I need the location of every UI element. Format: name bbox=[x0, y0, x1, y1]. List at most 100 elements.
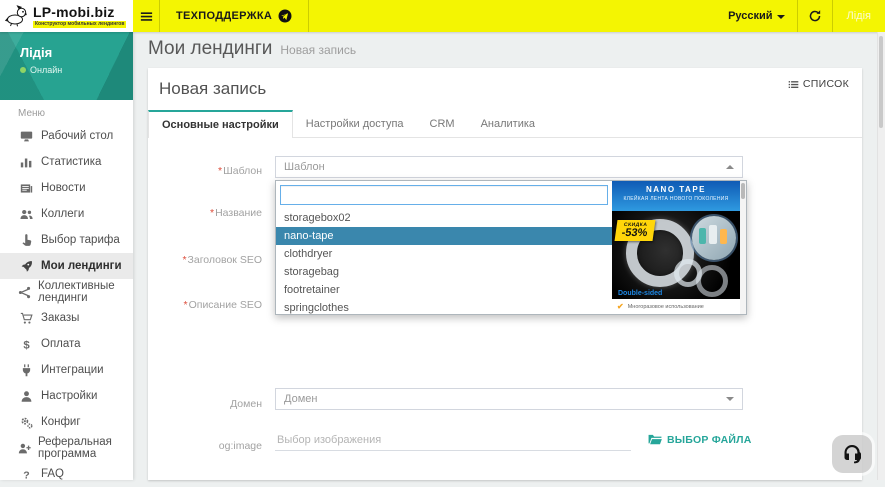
preview-title: NANO TAPE bbox=[612, 185, 740, 194]
tab-main-settings[interactable]: Основные настройки bbox=[148, 110, 293, 138]
domain-select[interactable]: Домен bbox=[275, 388, 743, 410]
logo-title: LP-mobi.biz bbox=[33, 5, 126, 19]
support-chat-button[interactable] bbox=[832, 435, 872, 473]
sidebar-item-label: Конфиг bbox=[41, 416, 81, 428]
tab-bar: Основные настройки Настройки доступа CRM… bbox=[148, 110, 862, 138]
tab-label: Основные настройки bbox=[162, 119, 279, 131]
required-mark: * bbox=[184, 299, 188, 311]
scrollbar-thumb[interactable] bbox=[879, 36, 883, 128]
dropdown-option[interactable]: footretainer bbox=[276, 281, 612, 299]
sidebar-item-tariff[interactable]: Выбор тарифа bbox=[0, 227, 133, 253]
list-button-label: СПИСОК bbox=[803, 78, 849, 90]
choose-file-button[interactable]: ВЫБОР ФАЙЛА bbox=[648, 434, 751, 446]
sidebar-item-settings[interactable]: Настройки bbox=[0, 383, 133, 409]
tab-crm[interactable]: CRM bbox=[417, 110, 468, 137]
sidebar-item-desktop[interactable]: Рабочий стол bbox=[0, 123, 133, 149]
dropdown-search-input[interactable] bbox=[280, 185, 608, 205]
sidebar-item-collective-landings[interactable]: Коллективные лендинги bbox=[0, 279, 133, 305]
logo[interactable]: LP-mobi.biz Конструктор мобильных лендин… bbox=[0, 0, 133, 32]
sidebar-item-label: Выбор тарифа bbox=[41, 234, 120, 246]
telegram-icon bbox=[278, 9, 292, 23]
language-label: Русский bbox=[728, 10, 772, 22]
required-mark: * bbox=[210, 207, 214, 219]
news-icon bbox=[18, 182, 34, 195]
refresh-button[interactable] bbox=[798, 0, 832, 32]
sidebar-toggle-button[interactable] bbox=[133, 0, 159, 32]
support-button[interactable]: ТЕХПОДДЕРЖКА bbox=[160, 0, 308, 32]
language-selector[interactable]: Русский bbox=[716, 0, 796, 32]
tab-access-settings[interactable]: Настройки доступа bbox=[293, 110, 417, 137]
refresh-icon bbox=[808, 9, 822, 23]
usage-photo-inset bbox=[692, 216, 736, 260]
hamburger-icon bbox=[139, 9, 154, 24]
dropdown-option-selected[interactable]: nano-tape bbox=[276, 227, 612, 245]
dropdown-list-panel: storagebox02 nano-tape clothdryer storag… bbox=[276, 181, 612, 314]
seo-description-label: *Описание SEO bbox=[148, 299, 262, 311]
dollar-icon: $ bbox=[18, 338, 34, 351]
label-text: og:image bbox=[219, 440, 262, 452]
sidebar-item-integrations[interactable]: Интеграции bbox=[0, 357, 133, 383]
dropdown-option[interactable]: springclothes bbox=[276, 299, 612, 314]
og-image-input[interactable] bbox=[275, 430, 631, 451]
label-text: Заголовок SEO bbox=[188, 254, 262, 266]
sidebar-user-name: Лідія bbox=[20, 45, 133, 60]
sidebar-item-colleagues[interactable]: Коллеги bbox=[0, 201, 133, 227]
sidebar-item-my-landings[interactable]: Мои лендинги bbox=[0, 253, 133, 279]
dropdown-option[interactable]: storagebag bbox=[276, 263, 612, 281]
label-text: Домен bbox=[230, 398, 262, 410]
svg-text:$: $ bbox=[23, 339, 30, 350]
sidebar-item-label: Мои лендинги bbox=[41, 260, 122, 272]
support-label: ТЕХПОДДЕРЖКА bbox=[176, 10, 272, 22]
sidebar-item-config[interactable]: Конфиг bbox=[0, 409, 133, 435]
topbar: LP-mobi.biz Конструктор мобильных лендин… bbox=[0, 0, 885, 32]
template-label: *Шаблон bbox=[148, 165, 262, 177]
tab-analytics[interactable]: Аналитика bbox=[468, 110, 548, 137]
sidebar-item-label: Интеграции bbox=[41, 364, 104, 376]
page-scrollbar[interactable] bbox=[877, 32, 885, 480]
logo-subtitle: Конструктор мобильных лендингов bbox=[33, 21, 126, 28]
sidebar-item-label: Коллективные лендинги bbox=[38, 280, 133, 304]
menu-section-label: Меню bbox=[0, 100, 133, 123]
card-title: Новая запись bbox=[159, 79, 266, 99]
preview-subtitle: КЛЕЙКАЯ ЛЕНТА НОВОГО ПОКОЛЕНИЯ bbox=[612, 196, 740, 202]
og-image-label: og:image bbox=[148, 440, 262, 452]
sidebar-item-label: FAQ bbox=[41, 468, 64, 480]
sidebar-item-label: Оплата bbox=[41, 338, 81, 350]
label-text: Шаблон bbox=[223, 165, 262, 177]
list-button[interactable]: СПИСОК bbox=[788, 78, 849, 90]
plug-icon bbox=[18, 364, 34, 377]
sidebar-item-news[interactable]: Новости bbox=[0, 175, 133, 201]
sidebar-item-label: Настройки bbox=[41, 390, 97, 402]
dropdown-option[interactable]: storagebox02 bbox=[276, 209, 612, 227]
question-icon: ? bbox=[18, 468, 34, 481]
topbar-username[interactable]: Лідія bbox=[833, 0, 885, 32]
domain-select-placeholder: Домен bbox=[284, 393, 317, 405]
cart-icon bbox=[18, 312, 34, 325]
gears-icon bbox=[18, 416, 34, 429]
topbar-separator bbox=[308, 0, 309, 32]
scrollbar-thumb[interactable] bbox=[741, 183, 745, 199]
sidebar-item-label: Статистика bbox=[41, 156, 101, 168]
dropdown-scrollbar[interactable] bbox=[740, 181, 746, 314]
list-icon bbox=[788, 79, 799, 90]
sidebar-item-orders[interactable]: Заказы bbox=[0, 305, 133, 331]
svg-text:?: ? bbox=[23, 469, 29, 480]
template-dropdown: storagebox02 nano-tape clothdryer storag… bbox=[275, 180, 747, 315]
tab-label: CRM bbox=[430, 118, 455, 130]
template-preview-image: NANO TAPE КЛЕЙКАЯ ЛЕНТА НОВОГО ПОКОЛЕНИЯ… bbox=[612, 181, 740, 314]
user-plus-icon bbox=[18, 442, 31, 455]
sidebar-item-payment[interactable]: $ Оплата bbox=[0, 331, 133, 357]
template-select[interactable]: Шаблон bbox=[275, 156, 743, 178]
sidebar-item-faq[interactable]: ? FAQ bbox=[0, 461, 133, 487]
sidebar-item-label: Новости bbox=[41, 182, 86, 194]
dropdown-option[interactable]: clothdryer bbox=[276, 245, 612, 263]
sidebar-item-referral[interactable]: Реферальная программа bbox=[0, 435, 133, 461]
template-select-placeholder: Шаблон bbox=[284, 161, 325, 173]
tape-piece-image bbox=[696, 265, 728, 297]
bar-chart-icon bbox=[18, 156, 34, 169]
breadcrumb: Новая запись bbox=[280, 43, 356, 57]
online-status-label: Онлайн bbox=[30, 65, 62, 75]
sidebar-user-panel: Лідія Онлайн bbox=[0, 32, 133, 100]
sidebar-item-statistics[interactable]: Статистика bbox=[0, 149, 133, 175]
user-icon bbox=[18, 390, 34, 403]
